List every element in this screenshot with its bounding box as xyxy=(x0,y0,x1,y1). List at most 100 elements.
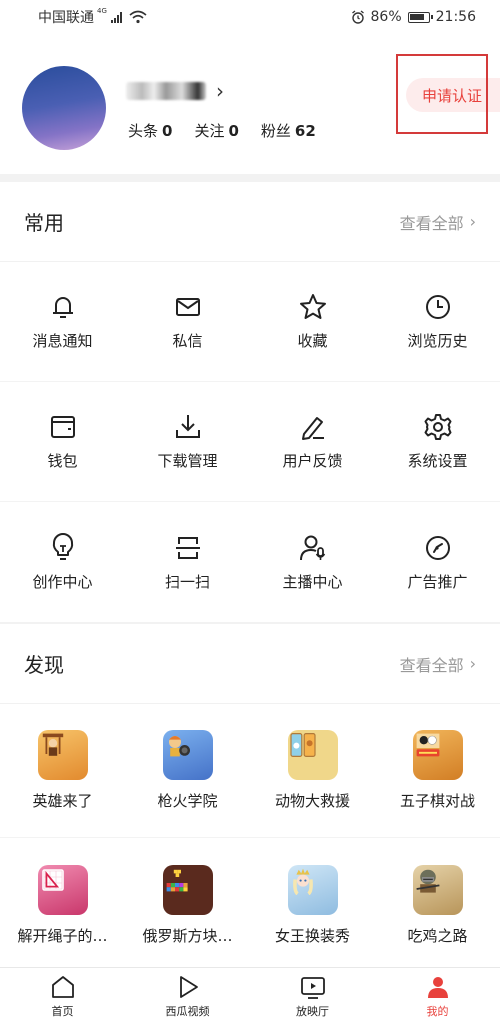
tv-icon xyxy=(300,976,325,999)
game-item[interactable]: 女王换装秀 xyxy=(250,838,375,972)
avatar[interactable] xyxy=(22,66,106,150)
common-section-header: 常用 查看全部 › xyxy=(0,182,500,262)
menu-item-settings[interactable]: 系统设置 xyxy=(375,382,500,501)
game-label: 五子棋对战 xyxy=(399,792,475,810)
view-all-label: 查看全部 xyxy=(399,213,464,233)
stat-following[interactable]: 关注 0 xyxy=(194,120,238,141)
menu-item-label: 下载管理 xyxy=(157,452,218,470)
gunfire-game-icon xyxy=(162,730,213,780)
menu-item-label: 用户反馈 xyxy=(282,452,343,470)
menu-item-notifications[interactable]: 消息通知 xyxy=(0,262,125,381)
menu-item-label: 消息通知 xyxy=(32,332,93,350)
rope-game-icon xyxy=(37,864,88,915)
gear-icon xyxy=(424,414,451,440)
envelope-icon xyxy=(175,298,200,316)
game-row: 解开绳子的… 俄罗斯方块… 女王换装秀 吃鸡之路 xyxy=(0,838,500,972)
alarm-icon xyxy=(351,10,364,24)
menu-item-label: 浏览历史 xyxy=(407,332,468,350)
profile-header: › 头条 0 关注 0 粉丝 62 申请认证 xyxy=(0,34,500,174)
username[interactable]: › xyxy=(126,78,224,104)
stat-label: 头条 xyxy=(128,122,159,140)
apply-verification-button[interactable]: 申请认证 xyxy=(406,78,500,112)
menu-item-feedback[interactable]: 用户反馈 xyxy=(250,382,375,501)
signal-icon xyxy=(110,11,122,23)
game-item[interactable]: 吃鸡之路 xyxy=(375,838,500,972)
section-title: 发现 xyxy=(24,653,64,677)
carrier: 中国联通 4G xyxy=(38,7,147,27)
wallet-icon xyxy=(50,416,75,438)
menu-item-favorites[interactable]: 收藏 xyxy=(250,262,375,381)
menu-item-label: 创作中心 xyxy=(32,572,93,591)
star-icon xyxy=(299,294,326,319)
bulb-icon xyxy=(52,532,73,560)
game-item[interactable]: 动物大救援 xyxy=(250,704,375,837)
nav-label: 西瓜视频 xyxy=(165,1004,210,1018)
battery-percent: 86% xyxy=(370,9,402,25)
username-redacted xyxy=(126,82,206,100)
animal-rescue-game-icon xyxy=(287,730,338,780)
view-all-label: 查看全部 xyxy=(399,655,464,675)
menu-item-downloads[interactable]: 下载管理 xyxy=(125,382,250,501)
game-label: 动物大救援 xyxy=(274,792,350,810)
nav-xigua-video[interactable]: 西瓜视频 xyxy=(125,968,250,1023)
menu-item-wallet[interactable]: 钱包 xyxy=(0,382,125,501)
clock-icon xyxy=(425,295,450,319)
view-all-link[interactable]: 查看全部 › xyxy=(400,210,476,234)
menu-item-label: 收藏 xyxy=(297,332,328,350)
game-label: 枪火学院 xyxy=(157,792,218,810)
game-label: 英雄来了 xyxy=(32,792,93,810)
nav-home[interactable]: 首页 xyxy=(0,968,125,1023)
play-icon xyxy=(179,975,198,998)
bell-icon xyxy=(52,297,73,318)
wifi-icon xyxy=(129,10,147,24)
game-label: 解开绳子的… xyxy=(17,926,108,945)
nav-label: 放映厅 xyxy=(296,1004,329,1018)
game-item[interactable]: 五子棋对战 xyxy=(375,704,500,837)
network-type: 4G xyxy=(97,7,107,15)
stat-followers[interactable]: 粉丝 62 xyxy=(261,120,316,141)
menu-item-creator-center[interactable]: 创作中心 xyxy=(0,502,125,622)
menu-item-messages[interactable]: 私信 xyxy=(125,262,250,381)
nav-cinema[interactable]: 放映厅 xyxy=(250,968,375,1023)
stat-value: 0 xyxy=(228,122,239,140)
nav-label: 首页 xyxy=(51,1004,74,1018)
bottom-nav: 首页 西瓜视频 放映厅 我的 xyxy=(0,967,500,1023)
stat-label: 关注 xyxy=(194,122,225,140)
discover-section-header: 发现 查看全部 › xyxy=(0,624,500,704)
chicken-game-icon xyxy=(412,864,463,915)
gomoku-game-icon xyxy=(412,730,463,780)
game-label: 女王换装秀 xyxy=(274,926,350,945)
section-title: 常用 xyxy=(24,211,64,235)
menu-item-history[interactable]: 浏览历史 xyxy=(375,262,500,381)
menu-item-label: 私信 xyxy=(172,332,203,350)
common-row: 创作中心 扫一扫 主播中心 广告推广 xyxy=(0,502,500,622)
menu-item-label: 扫一扫 xyxy=(164,572,210,591)
carrier-name: 中国联通 xyxy=(38,10,94,26)
clock-time: 21:56 xyxy=(435,9,476,25)
profile-icon xyxy=(427,976,448,998)
menu-item-ad-promotion[interactable]: 广告推广 xyxy=(375,502,500,622)
profile-stats: 头条 0 关注 0 粉丝 62 xyxy=(128,120,316,141)
common-row: 钱包 下载管理 用户反馈 系统设置 xyxy=(0,382,500,502)
game-item[interactable]: 解开绳子的… xyxy=(0,838,125,972)
menu-item-label: 主播中心 xyxy=(282,572,343,591)
game-item[interactable]: 枪火学院 xyxy=(125,704,250,837)
battery-icon xyxy=(407,11,433,23)
menu-item-label: 广告推广 xyxy=(407,572,468,591)
stat-toutiao[interactable]: 头条 0 xyxy=(128,120,172,141)
view-all-link[interactable]: 查看全部 › xyxy=(400,652,476,676)
chevron-right-icon: › xyxy=(469,654,476,673)
game-row: 英雄来了 枪火学院 动物大救援 五子棋对战 xyxy=(0,704,500,838)
game-item[interactable]: 俄罗斯方块… xyxy=(125,838,250,972)
menu-item-scan[interactable]: 扫一扫 xyxy=(125,502,250,622)
tetris-game-icon xyxy=(162,864,213,915)
chevron-right-icon: › xyxy=(216,79,224,103)
menu-item-label: 钱包 xyxy=(47,452,78,470)
game-item[interactable]: 英雄来了 xyxy=(0,704,125,837)
menu-item-label: 系统设置 xyxy=(407,452,468,470)
nav-mine[interactable]: 我的 xyxy=(375,968,500,1023)
scan-icon xyxy=(175,536,200,559)
common-row: 消息通知 私信 收藏 浏览历史 xyxy=(0,262,500,382)
queen-dressup-game-icon xyxy=(287,864,338,915)
menu-item-anchor-center[interactable]: 主播中心 xyxy=(250,502,375,622)
